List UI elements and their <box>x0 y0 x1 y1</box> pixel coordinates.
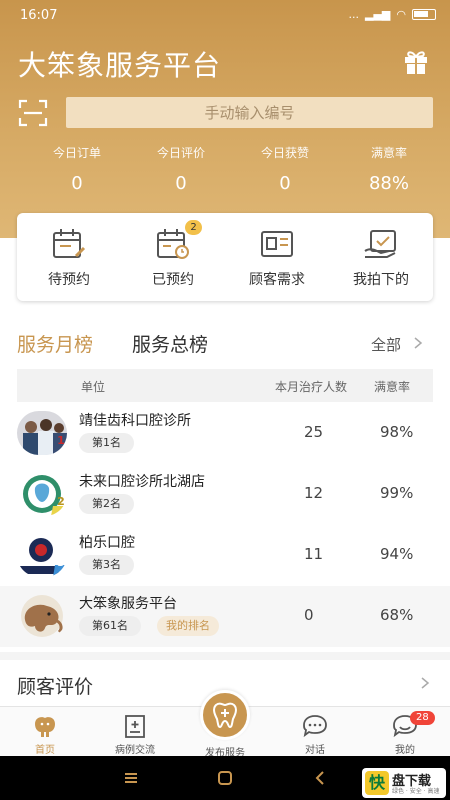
clinic-name: 大笨象服务平台 <box>79 596 177 612</box>
page-title: 大笨象服务平台 <box>18 49 222 82</box>
tab-monthly-ranking[interactable]: 服务月榜 <box>17 330 93 357</box>
menu-icon[interactable] <box>121 768 141 788</box>
ranking-row[interactable]: 3 柏乐口腔 第3名 11 94% <box>0 525 450 586</box>
tab-chat[interactable]: 对话 <box>270 707 360 757</box>
treatment-count: 0 <box>304 606 314 624</box>
tab-label: 病例交流 <box>115 745 155 756</box>
signal-icon: ▂▄▆ <box>365 8 391 21</box>
elephant-icon <box>35 717 55 737</box>
hand-calendar-icon <box>364 230 396 258</box>
view-all-link[interactable]: 全部 <box>371 334 401 355</box>
clinic-name: 未来口腔诊所北湖店 <box>79 474 205 490</box>
stat-reviews: 今日评价 0 <box>129 144 233 194</box>
watermark-logo: 快 <box>365 771 389 795</box>
home-square-icon[interactable] <box>215 768 235 788</box>
ranking-row[interactable]: 1 靖佳齿科口腔诊所 第1名 25 98% <box>0 403 450 464</box>
tab-home[interactable]: 首页 <box>0 707 90 757</box>
stat-satisfaction: 满意率 88% <box>337 144 441 194</box>
clinic-name: 靖佳齿科口腔诊所 <box>79 413 191 429</box>
stat-orders: 今日订单 0 <box>25 144 129 194</box>
quick-customer-needs[interactable]: 顾客需求 <box>225 213 329 301</box>
section-title: 顾客评价 <box>17 676 94 698</box>
stat-label: 今日评价 <box>156 146 205 160</box>
satisfaction: 94% <box>380 545 414 563</box>
rank-number-badge: 1 <box>57 434 65 447</box>
ranking-table-header: 单位 本月治疗人数 满意率 <box>17 369 433 402</box>
status-time: 16:07 <box>20 8 58 23</box>
case-icon <box>125 715 145 738</box>
tab-label: 对话 <box>305 745 325 756</box>
quick-label: 我拍下的 <box>353 272 409 288</box>
gift-icon[interactable] <box>402 47 430 75</box>
battery-icon <box>412 9 436 20</box>
tab-label: 首页 <box>35 745 55 756</box>
message-count-badge: 28 <box>410 711 435 725</box>
tab-total-ranking[interactable]: 服务总榜 <box>132 330 208 357</box>
header-unit: 单位 <box>81 380 106 394</box>
treatment-count: 12 <box>304 484 324 502</box>
quick-label: 已预约 <box>152 272 194 288</box>
satisfaction: 98% <box>380 423 414 441</box>
chevron-right-icon <box>421 677 430 689</box>
tab-mine[interactable]: 我的 <box>360 707 450 757</box>
status-dots: ... <box>348 8 360 21</box>
stat-label: 满意率 <box>370 146 407 160</box>
satisfaction: 99% <box>380 484 414 502</box>
my-ranking-row[interactable]: 大笨象服务平台 第61名 我的排名 0 68% <box>0 586 450 647</box>
wifi-icon: ◠ <box>396 8 406 21</box>
quick-actions: 待预约 2 已预约 顾客需求 我拍下的 <box>17 213 433 301</box>
booked-badge: 2 <box>185 220 202 235</box>
treatment-count: 11 <box>304 545 324 563</box>
rank-pill: 第2名 <box>79 494 134 514</box>
tab-label: 我的 <box>395 745 415 756</box>
id-card-icon <box>261 231 293 257</box>
quick-label: 待预约 <box>48 272 90 288</box>
chevron-right-icon[interactable] <box>413 336 423 350</box>
rank-pill: 第61名 <box>79 616 141 636</box>
satisfaction: 68% <box>380 606 414 624</box>
rank-number-badge: 3 <box>57 556 65 569</box>
quick-booked[interactable]: 2 已预约 <box>121 213 225 301</box>
stat-value: 0 <box>71 173 83 194</box>
download-watermark: 快 盘下载 绿色 · 安全 · 高速 <box>362 768 446 798</box>
my-rank-tag: 我的排名 <box>157 616 219 636</box>
scan-icon[interactable] <box>18 99 48 127</box>
code-input[interactable] <box>66 97 433 128</box>
quick-label: 顾客需求 <box>249 272 305 288</box>
status-bar: 16:07 ... ▂▄▆ ◠ <box>0 0 450 32</box>
stat-value: 88% <box>368 173 409 194</box>
rank-number-badge: 2 <box>57 495 65 508</box>
app-screen: 16:07 ... ▂▄▆ ◠ 大笨象服务平台 今日订单 0 <box>0 0 450 800</box>
stat-value: 0 <box>279 173 291 194</box>
watermark-subtext: 绿色 · 安全 · 高速 <box>392 788 440 795</box>
tooth-plus-icon <box>213 702 237 729</box>
rank-pill: 第1名 <box>79 433 134 453</box>
publish-service-button[interactable] <box>200 690 250 740</box>
quick-pending-booking[interactable]: 待预约 <box>17 213 121 301</box>
stat-likes: 今日获赞 0 <box>233 144 337 194</box>
stat-value: 0 <box>175 173 187 194</box>
calendar-pen-icon <box>53 229 86 258</box>
quick-my-purchases[interactable]: 我拍下的 <box>329 213 433 301</box>
header-satisfaction: 满意率 <box>374 380 411 394</box>
rank-pill: 第3名 <box>79 555 134 575</box>
header-count: 本月治疗人数 <box>275 380 348 394</box>
elephant-avatar <box>21 595 63 637</box>
header: 16:07 ... ▂▄▆ ◠ 大笨象服务平台 今日订单 0 <box>0 0 450 238</box>
today-stats: 今日订单 0 今日评价 0 今日获赞 0 满意率 88% <box>0 144 450 194</box>
tab-case-exchange[interactable]: 病例交流 <box>90 707 180 757</box>
status-icons: ... ▂▄▆ ◠ <box>348 8 436 21</box>
chat-icon <box>303 715 327 738</box>
back-icon[interactable] <box>310 768 330 788</box>
clinic-name: 柏乐口腔 <box>79 535 135 551</box>
stat-label: 今日订单 <box>52 146 101 160</box>
treatment-count: 25 <box>304 423 324 441</box>
ranking-row[interactable]: 2 未来口腔诊所北湖店 第2名 12 99% <box>0 464 450 525</box>
stat-label: 今日获赞 <box>260 146 309 160</box>
ranking-tabs: 服务月榜 服务总榜 全部 <box>17 330 433 358</box>
